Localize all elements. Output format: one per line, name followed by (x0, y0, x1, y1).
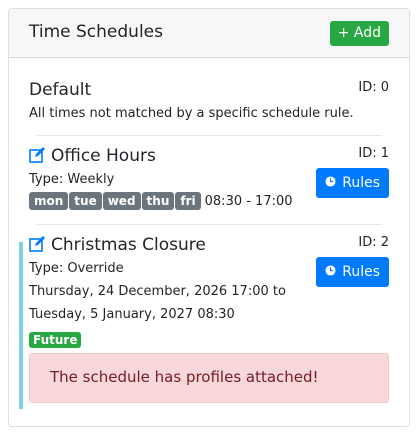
divider (37, 135, 381, 136)
schedule-office-hours: Office Hours ID: 1 Type: Weekly Rules mo… (29, 146, 389, 218)
schedule-end: Tuesday, 5 January, 2027 08:30 (29, 307, 235, 322)
alert-text: The schedule has profiles attached! (50, 368, 319, 386)
day-badges: mon tue wed thu fri 08:30 - 17:00 (29, 192, 293, 210)
schedule-id: ID: 0 (358, 80, 389, 95)
rules-label: Rules (342, 264, 380, 280)
day-badge-fri: fri (175, 192, 201, 210)
schedule-name[interactable]: Office Hours (51, 146, 156, 166)
day-badge-thu: thu (141, 192, 175, 210)
schedule-name-row: Christmas Closure (29, 235, 206, 255)
rules-button[interactable]: Rules (316, 257, 389, 287)
page-title: Time Schedules (29, 22, 163, 42)
clock-icon (325, 176, 336, 187)
schedule-id: ID: 1 (358, 146, 389, 161)
schedule-id: ID: 2 (358, 235, 389, 250)
day-badge-tue: tue (69, 192, 102, 210)
day-badge-mon: mon (29, 192, 69, 210)
time-range: 08:30 - 17:00 (204, 194, 293, 209)
schedule-name[interactable]: Christmas Closure (51, 235, 206, 255)
rules-label: Rules (342, 175, 380, 191)
schedule-name: Default (29, 80, 92, 100)
card-header: Time Schedules + Add (9, 9, 409, 58)
schedule-accent-bar (19, 242, 23, 409)
edit-icon[interactable] (29, 236, 46, 252)
add-schedule-button[interactable]: + Add (329, 21, 389, 46)
divider (37, 224, 381, 225)
profiles-attached-alert: The schedule has profiles attached! (29, 353, 389, 403)
schedule-description: All times not matched by a specific sche… (29, 106, 354, 121)
schedule-name-row: Office Hours (29, 146, 156, 166)
status-badge: Future (29, 332, 82, 348)
edit-icon[interactable] (29, 147, 46, 163)
time-schedules-card: Time Schedules + Add Default ID: 0 All t… (8, 8, 410, 427)
clock-icon (325, 265, 336, 276)
day-badge-wed: wed (102, 192, 141, 210)
schedule-default: Default ID: 0 All times not matched by a… (29, 80, 389, 121)
